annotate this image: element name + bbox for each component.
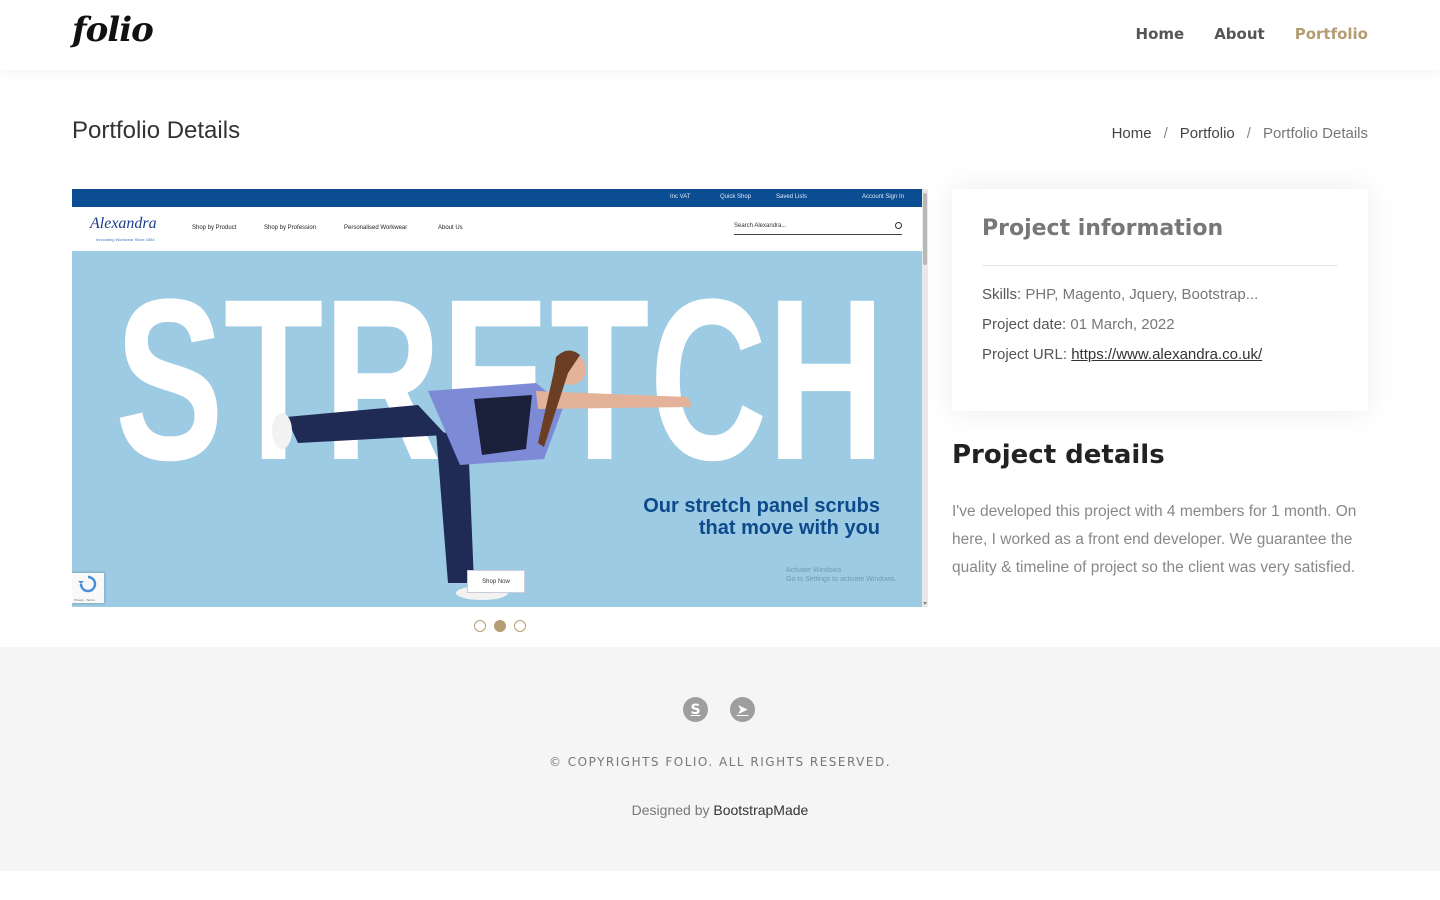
hero-tagline-line2: that move with you (698, 517, 880, 539)
screenshot-vat-toggle: Inc VAT (670, 194, 691, 200)
slider-pagination (474, 620, 526, 632)
copyright-text: © COPYRIGHTS FOLIO. ALL RIGHTS RESERVED. (548, 755, 892, 769)
screenshot-navbar: Alexandra Innovating Workwear Since 1854… (72, 207, 922, 251)
slider-dot-2[interactable] (494, 620, 506, 632)
breadcrumb: Home / Portfolio / Portfolio Details (1112, 125, 1368, 142)
project-details-text: I've developed this project with 4 membe… (952, 503, 1357, 576)
breadcrumb-current: Portfolio Details (1262, 125, 1368, 142)
bootstrapmade-link[interactable]: BootstrapMade (713, 802, 808, 818)
main-nav: Home About Portfolio (1136, 25, 1368, 43)
site-logo[interactable]: folio (72, 10, 154, 50)
url-label: Project URL: (982, 346, 1068, 363)
date-value: 01 March, 2022 (1070, 316, 1175, 333)
breadcrumb-separator: / (1246, 125, 1251, 142)
project-url-link[interactable]: https://www.alexandra.co.uk/ (1071, 346, 1262, 363)
breadcrumb-portfolio[interactable]: Portfolio (1180, 125, 1235, 142)
designed-by: Designed by BootstrapMade (0, 802, 1440, 818)
site-header: folio Home About Portfolio (0, 0, 1440, 70)
screenshot-topbar: Inc VAT Quick Shop Saved Lists Account S… (72, 189, 922, 207)
nav-about[interactable]: About (1214, 25, 1265, 43)
recaptcha-badge: Privacy - Terms (72, 573, 104, 603)
project-url: Project URL: https://www.alexandra.co.uk… (982, 346, 1262, 363)
project-info-title: Project information (982, 216, 1224, 241)
slider-dot-3[interactable] (514, 620, 526, 632)
date-label: Project date: (982, 316, 1067, 333)
screenshot-saved-lists: Saved Lists (776, 194, 808, 200)
skills-label: Skills: (982, 286, 1022, 303)
screenshot-quick-shop: Quick Shop (720, 194, 752, 200)
screenshot-scrollbar (922, 189, 928, 607)
nav-portfolio[interactable]: Portfolio (1295, 25, 1368, 43)
page-title: Portfolio Details (72, 117, 241, 144)
project-info-card: Project information Skills: PHP, Magento… (952, 189, 1368, 411)
scroll-down-icon (923, 602, 927, 605)
activate-windows-watermark: Activate Windows Go to Settings to activ… (786, 566, 897, 584)
portfolio-slider[interactable]: Inc VAT Quick Shop Saved Lists Account S… (72, 189, 928, 607)
screenshot-logo-tagline: Innovating Workwear Since 1854 (96, 237, 155, 242)
hero-tagline-line1: Our stretch panel scrubs (643, 495, 880, 517)
screenshot-menu-item: About Us (438, 225, 463, 231)
screenshot-search: Search Alexandra... (734, 222, 902, 235)
screenshot-menu-item: Personalised Workwear (344, 225, 408, 231)
activate-windows-subtitle: Go to Settings to activate Windows. (786, 576, 897, 583)
divider (982, 265, 1338, 266)
screenshot-logo: Alexandra (90, 215, 157, 232)
slider-dot-1[interactable] (474, 620, 486, 632)
screenshot-search-placeholder: Search Alexandra... (734, 223, 787, 229)
skype-icon[interactable]: S (683, 697, 708, 722)
breadcrumb-home[interactable]: Home (1112, 125, 1152, 142)
recaptcha-terms: Privacy - Terms (74, 598, 95, 602)
site-footer: S ➤ © COPYRIGHTS FOLIO. ALL RIGHTS RESER… (0, 647, 1440, 871)
breadcrumb-separator: / (1163, 125, 1168, 142)
activate-windows-title: Activate Windows (786, 567, 842, 574)
screenshot-menu-item: Shop by Product (192, 225, 237, 231)
designed-by-prefix: Designed by (631, 802, 710, 818)
search-icon (895, 222, 902, 229)
screenshot-menu-item: Shop by Profession (264, 225, 317, 231)
project-skills: Skills: PHP, Magento, Jquery, Bootstrap.… (982, 286, 1258, 303)
telegram-icon[interactable]: ➤ (730, 697, 755, 722)
screenshot-shop-now-button: Shop Now (467, 570, 525, 593)
scrollbar-thumb (923, 193, 927, 265)
hero-tagline: Our stretch panel scrubs that move with … (643, 495, 880, 539)
skills-value: PHP, Magento, Jquery, Bootstrap... (1025, 286, 1259, 303)
nav-home[interactable]: Home (1136, 25, 1185, 43)
project-details-title: Project details (952, 440, 1165, 470)
hero-person-figure (272, 350, 692, 600)
screenshot-account: Account Sign In (862, 194, 905, 200)
social-links: S ➤ (683, 697, 755, 722)
recaptcha-icon (78, 575, 97, 593)
project-date: Project date: 01 March, 2022 (982, 316, 1175, 333)
